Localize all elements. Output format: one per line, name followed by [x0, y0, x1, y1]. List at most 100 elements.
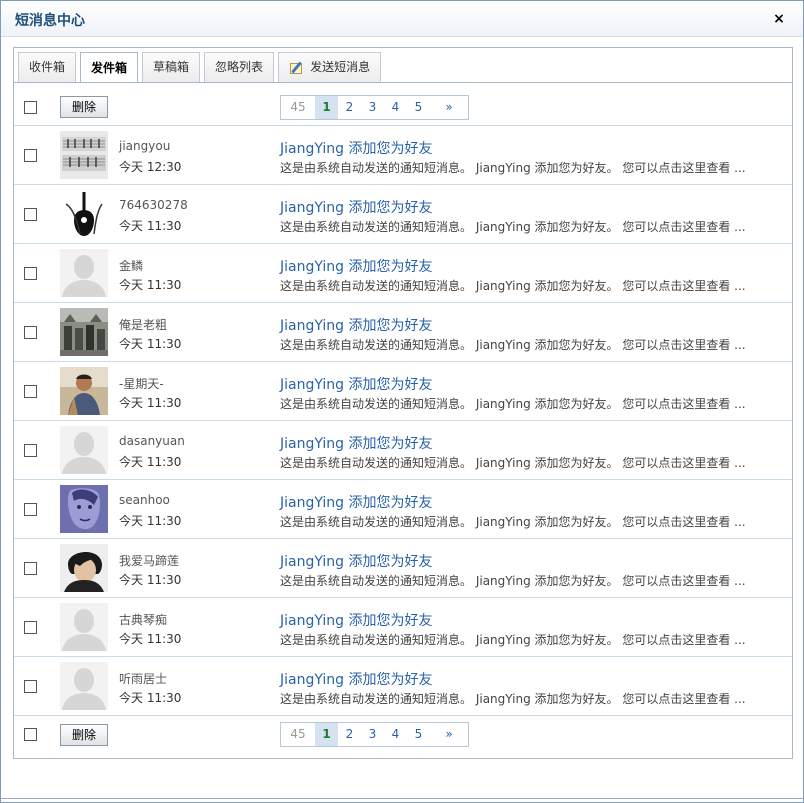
sender-name[interactable]: 俺是老粗 [119, 316, 167, 333]
message-snippet: 这是由系统自动发送的通知短消息。 JiangYing 添加您为好友。 您可以点击… [280, 338, 746, 352]
window-title: 短消息中心 [15, 13, 85, 29]
window-bottom-divider [1, 798, 803, 799]
row-checkbox[interactable] [24, 267, 37, 280]
message-center-window: 短消息中心 × 收件箱 发件箱 草稿箱 忽略列表 发送短消息 删除 45 1 2… [0, 0, 804, 803]
message-row: 764630278 今天 11:30 JiangYing 添加您为好友 这是由系… [14, 185, 792, 244]
tab-inbox[interactable]: 收件箱 [18, 52, 77, 82]
avatar[interactable] [60, 249, 108, 297]
message-snippet: 这是由系统自动发送的通知短消息。 JiangYing 添加您为好友。 您可以点击… [280, 633, 746, 647]
message-row: 听雨居士 今天 11:30 JiangYing 添加您为好友 这是由系统自动发送… [14, 657, 792, 716]
row-checkbox[interactable] [24, 385, 37, 398]
message-snippet: 这是由系统自动发送的通知短消息。 JiangYing 添加您为好友。 您可以点击… [280, 279, 746, 293]
message-subject[interactable]: JiangYing 添加您为好友 [280, 610, 433, 630]
tab-label: 草稿箱 [153, 60, 190, 74]
tab-label: 忽略列表 [215, 60, 264, 74]
row-checkbox[interactable] [24, 149, 37, 162]
message-snippet: 这是由系统自动发送的通知短消息。 JiangYing 添加您为好友。 您可以点击… [280, 515, 746, 529]
title-bar: 短消息中心 × [1, 1, 803, 37]
message-subject[interactable]: JiangYing 添加您为好友 [280, 256, 433, 276]
tab-drafts[interactable]: 草稿箱 [142, 52, 201, 82]
page-link[interactable]: 1 [315, 96, 338, 119]
message-subject[interactable]: JiangYing 添加您为好友 [280, 315, 433, 335]
message-row: -星期天- 今天 11:30 JiangYing 添加您为好友 这是由系统自动发… [14, 362, 792, 421]
avatar[interactable] [60, 662, 108, 710]
row-checkbox[interactable] [24, 562, 37, 575]
page-link[interactable]: 3 [361, 96, 384, 119]
message-time: 今天 11:30 [119, 337, 182, 351]
page-link[interactable]: 3 [361, 723, 384, 746]
delete-button[interactable]: 删除 [60, 96, 108, 118]
message-snippet: 这是由系统自动发送的通知短消息。 JiangYing 添加您为好友。 您可以点击… [280, 397, 746, 411]
message-time: 今天 12:30 [119, 160, 182, 174]
message-subject[interactable]: JiangYing 添加您为好友 [280, 492, 433, 512]
sender-name[interactable]: 我爱马蹄莲 [119, 552, 179, 569]
message-time: 今天 11:30 [119, 691, 182, 705]
sender-name[interactable]: -星期天- [119, 375, 164, 392]
row-checkbox[interactable] [24, 444, 37, 457]
sender-name[interactable]: jiangyou [119, 139, 170, 153]
message-subject[interactable]: JiangYing 添加您为好友 [280, 433, 433, 453]
page-link[interactable]: 5 [407, 723, 430, 746]
message-row: 古典琴痴 今天 11:30 JiangYing 添加您为好友 这是由系统自动发送… [14, 598, 792, 657]
sender-name[interactable]: 听雨居士 [119, 670, 167, 687]
row-checkbox[interactable] [24, 621, 37, 634]
message-snippet: 这是由系统自动发送的通知短消息。 JiangYing 添加您为好友。 您可以点击… [280, 456, 746, 470]
tab-label: 收件箱 [29, 60, 66, 74]
avatar[interactable] [60, 485, 108, 533]
tab-label: 发送短消息 [310, 60, 371, 74]
row-checkbox[interactable] [24, 208, 37, 221]
message-snippet: 这是由系统自动发送的通知短消息。 JiangYing 添加您为好友。 您可以点击… [280, 161, 746, 175]
sender-name[interactable]: 764630278 [119, 198, 188, 212]
avatar[interactable] [60, 603, 108, 651]
message-panel: 收件箱 发件箱 草稿箱 忽略列表 发送短消息 删除 45 1 2 3 4 5 » [13, 47, 793, 759]
tab-ignore-list[interactable]: 忽略列表 [204, 52, 275, 82]
compose-icon [289, 61, 305, 75]
message-time: 今天 11:30 [119, 219, 182, 233]
avatar[interactable] [60, 308, 108, 356]
page-link[interactable]: 4 [384, 96, 407, 119]
page-link[interactable]: 2 [338, 96, 361, 119]
next-page-link[interactable]: » [430, 96, 468, 119]
sender-name[interactable]: dasanyuan [119, 434, 185, 448]
sender-name[interactable]: 古典琴痴 [119, 611, 167, 628]
close-icon[interactable]: × [771, 11, 787, 27]
page-link[interactable]: 1 [315, 723, 338, 746]
row-checkbox[interactable] [24, 503, 37, 516]
tab-outbox[interactable]: 发件箱 [80, 52, 139, 83]
select-all-checkbox[interactable] [24, 728, 37, 741]
message-subject[interactable]: JiangYing 添加您为好友 [280, 197, 433, 217]
message-subject[interactable]: JiangYing 添加您为好友 [280, 551, 433, 571]
message-snippet: 这是由系统自动发送的通知短消息。 JiangYing 添加您为好友。 您可以点击… [280, 692, 746, 706]
message-row: jiangyou 今天 12:30 JiangYing 添加您为好友 这是由系统… [14, 126, 792, 185]
sender-name[interactable]: 金鳞 [119, 257, 143, 274]
row-checkbox[interactable] [24, 326, 37, 339]
message-time: 今天 11:30 [119, 514, 182, 528]
tab-divider [14, 82, 792, 83]
next-page-link[interactable]: » [430, 723, 468, 746]
page-link[interactable]: 4 [384, 723, 407, 746]
sender-name[interactable]: seanhoo [119, 493, 170, 507]
message-subject[interactable]: JiangYing 添加您为好友 [280, 138, 433, 158]
avatar[interactable] [60, 426, 108, 474]
avatar[interactable] [60, 544, 108, 592]
delete-button[interactable]: 删除 [60, 724, 108, 746]
page-total: 45 [290, 727, 306, 741]
tab-bar: 收件箱 发件箱 草稿箱 忽略列表 发送短消息 [18, 52, 385, 83]
row-checkbox[interactable] [24, 680, 37, 693]
tab-send-message[interactable]: 发送短消息 [278, 52, 382, 82]
message-subject[interactable]: JiangYing 添加您为好友 [280, 669, 433, 689]
message-subject[interactable]: JiangYing 添加您为好友 [280, 374, 433, 394]
page-link[interactable]: 5 [407, 96, 430, 119]
avatar[interactable] [60, 190, 108, 238]
message-row: seanhoo 今天 11:30 JiangYing 添加您为好友 这是由系统自… [14, 480, 792, 539]
message-snippet: 这是由系统自动发送的通知短消息。 JiangYing 添加您为好友。 您可以点击… [280, 220, 746, 234]
message-time: 今天 11:30 [119, 632, 182, 646]
message-time: 今天 11:30 [119, 573, 182, 587]
select-all-checkbox[interactable] [24, 101, 37, 114]
avatar[interactable] [60, 367, 108, 415]
avatar[interactable] [60, 131, 108, 179]
message-snippet: 这是由系统自动发送的通知短消息。 JiangYing 添加您为好友。 您可以点击… [280, 574, 746, 588]
message-time: 今天 11:30 [119, 396, 182, 410]
page-link[interactable]: 2 [338, 723, 361, 746]
message-row: 我爱马蹄莲 今天 11:30 JiangYing 添加您为好友 这是由系统自动发… [14, 539, 792, 598]
